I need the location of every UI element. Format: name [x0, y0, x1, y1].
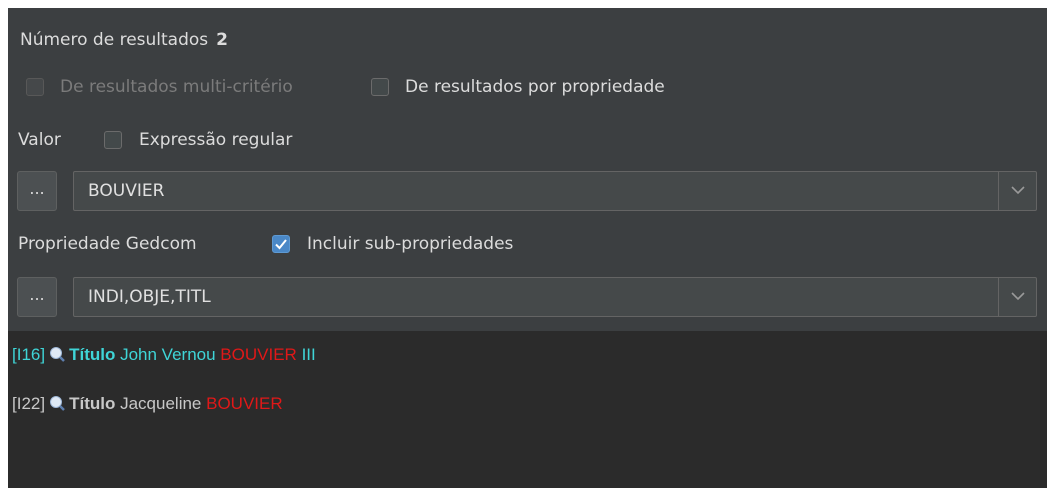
- result-suffix: III: [301, 345, 316, 364]
- window-frame-top: [0, 0, 1047, 8]
- window-frame-left: [0, 0, 8, 488]
- results-count-line: Número de resultados 2: [20, 30, 228, 50]
- chevron-down-icon: [1011, 292, 1025, 301]
- value-combobox[interactable]: BOUVIER: [73, 171, 1037, 211]
- value-label: Valor: [18, 130, 61, 150]
- value-dropdown-arrow[interactable]: [998, 172, 1036, 210]
- multi-criteria-label: De resultados multi-critério: [60, 77, 293, 97]
- result-item[interactable]: [I22] Título Jacqueline BOUVIER: [12, 394, 283, 414]
- result-text: Jacqueline: [120, 394, 202, 413]
- property-combobox-text: INDI,OBJE,TITL: [88, 287, 211, 307]
- regex-checkbox[interactable]: [104, 131, 122, 149]
- checkmark-icon: [275, 239, 287, 250]
- result-text: John Vernou: [120, 345, 216, 364]
- by-property-label: De resultados por propriedade: [405, 77, 665, 97]
- include-sub-properties-label: Incluir sub-propriedades: [307, 234, 514, 254]
- by-property-checkbox[interactable]: [371, 78, 389, 96]
- result-tag: Título: [69, 345, 116, 364]
- value-combobox-text: BOUVIER: [88, 181, 165, 201]
- result-tag: Título: [69, 394, 116, 413]
- result-highlight: BOUVIER: [206, 394, 283, 413]
- results-count-value: 2: [216, 30, 228, 50]
- magnifier-icon: [49, 395, 65, 411]
- property-label: Propriedade Gedcom: [18, 234, 197, 254]
- multi-criteria-checkbox[interactable]: [26, 78, 44, 96]
- result-highlight: BOUVIER: [220, 345, 297, 364]
- results-count-label: Número de resultados: [20, 30, 209, 50]
- value-options-button[interactable]: ...: [17, 171, 57, 211]
- result-item[interactable]: [I16] Título John Vernou BOUVIER III: [12, 345, 316, 365]
- property-dropdown-arrow[interactable]: [998, 278, 1036, 316]
- chevron-down-icon: [1011, 186, 1025, 195]
- regex-label: Expressão regular: [139, 130, 293, 150]
- result-id: [I16]: [12, 345, 46, 364]
- property-options-button[interactable]: ...: [17, 277, 57, 317]
- magnifier-icon: [49, 346, 65, 362]
- include-sub-properties-checkbox[interactable]: [272, 235, 290, 253]
- property-combobox[interactable]: INDI,OBJE,TITL: [73, 277, 1037, 317]
- result-id: [I22]: [12, 394, 46, 413]
- results-list[interactable]: [I16] Título John Vernou BOUVIER III [I22…: [8, 331, 1047, 488]
